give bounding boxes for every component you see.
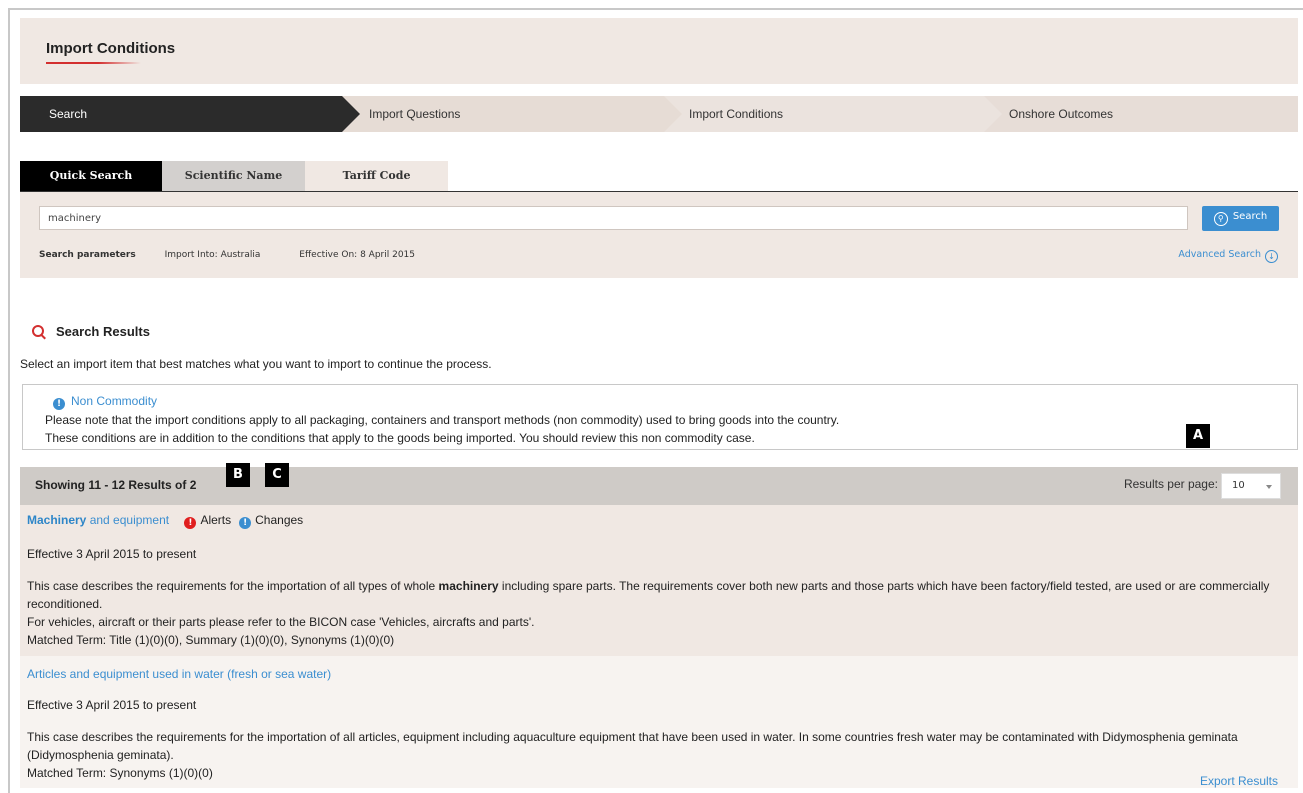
result-title-rest: and equipment	[86, 513, 170, 527]
non-commodity-note: ! Non Commodity Please note that the impo…	[22, 384, 1298, 450]
step-progress-bar: Onshore Outcomes Import Conditions Impor…	[20, 96, 1298, 132]
search-tabs: Quick Search Scientific Name Tariff Code	[20, 161, 1298, 192]
import-into: Import Into: Australia	[164, 250, 261, 260]
title-underline	[46, 62, 141, 64]
result-title-link[interactable]: Articles and equipment used in water (fr…	[27, 667, 331, 681]
changes-label[interactable]: Changes	[255, 513, 303, 527]
search-input[interactable]	[39, 206, 1188, 230]
step-onshore-outcomes[interactable]: Onshore Outcomes	[982, 96, 1298, 132]
result-item: Articles and equipment used in water (fr…	[20, 656, 1298, 788]
caret-down-icon	[1266, 485, 1272, 489]
note-title-text: Non Commodity	[71, 394, 158, 408]
result-item: Machinery and equipment ! Alerts! Changes …	[20, 505, 1298, 656]
search-button[interactable]: ⚲ Search	[1202, 206, 1279, 231]
results-instruction: Select an import item that best matches …	[20, 357, 492, 371]
step-label: Search	[49, 107, 88, 121]
desc-text: This case describes the requirements for…	[27, 579, 439, 593]
results-heading-text: Search Results	[56, 324, 150, 339]
matched-term: Matched Term: Title (1)(0)(0), Summary (…	[27, 633, 395, 647]
result-effective: Effective 3 April 2015 to present	[27, 547, 197, 561]
annotation-badge-c: C	[265, 463, 289, 487]
annotation-badge-b: B	[226, 463, 250, 487]
desc-text: This case describes the requirements for…	[27, 730, 1238, 762]
result-flags: ! Alerts! Changes	[180, 513, 303, 529]
results-count: Showing 11 - 12 Results of 2	[35, 478, 197, 492]
results-per-page-label: Results per page:	[1123, 477, 1218, 491]
advanced-search-label: Advanced Search	[1178, 249, 1261, 260]
step-import-questions[interactable]: Import Questions	[342, 96, 682, 132]
result-title-link[interactable]: Machinery and equipment	[27, 513, 169, 527]
search-parameters: Search parameters Import Into: Australia…	[39, 250, 415, 260]
params-label: Search parameters	[39, 250, 136, 260]
search-panel: ⚲ Search Search parameters Import Into: A…	[20, 192, 1298, 278]
advanced-search-link[interactable]: Advanced Search ↓	[1178, 249, 1278, 263]
effective-on: Effective On: 8 April 2015	[299, 250, 415, 260]
step-search[interactable]: Search	[20, 96, 360, 132]
note-line-2: These conditions are in addition to the …	[45, 431, 755, 445]
results-per-page-value: 10	[1232, 480, 1245, 491]
result-effective: Effective 3 April 2015 to present	[27, 698, 197, 712]
step-import-conditions[interactable]: Import Conditions	[662, 96, 1002, 132]
page-container: Import Conditions Onshore Outcomes Impor…	[20, 18, 1298, 788]
page-title: Import Conditions	[46, 40, 176, 57]
non-commodity-link[interactable]: ! Non Commodity	[53, 394, 157, 410]
info-icon: !	[53, 398, 65, 410]
note-line-1: Please note that the import conditions a…	[45, 413, 840, 427]
result-description: This case describes the requirements for…	[27, 728, 1295, 782]
magnifier-icon	[32, 325, 44, 337]
annotation-badge-a: A	[1186, 424, 1210, 448]
desc-highlight: machinery	[438, 579, 499, 593]
results-bar: Showing 11 - 12 Results of 2 Results per…	[20, 467, 1298, 505]
tab-quick-search[interactable]: Quick Search	[20, 161, 162, 191]
result-title-bold: Machinery	[27, 513, 87, 527]
alert-icon: !	[184, 517, 197, 529]
desc-line-2: For vehicles, aircraft or their parts pl…	[27, 615, 535, 629]
search-icon: ⚲	[1213, 212, 1228, 226]
export-results-link[interactable]: Export Results	[1200, 774, 1278, 788]
matched-term: Matched Term: Synonyms (1)(0)(0)	[27, 766, 213, 780]
title-panel: Import Conditions	[20, 18, 1298, 84]
arrow-down-circle-icon: ↓	[1265, 250, 1278, 263]
result-description: This case describes the requirements for…	[27, 577, 1295, 649]
changes-icon: !	[239, 517, 252, 529]
search-button-label: Search	[1232, 211, 1268, 222]
frame-top-border	[8, 8, 1303, 10]
tab-tariff-code[interactable]: Tariff Code	[305, 161, 448, 191]
alerts-label[interactable]: Alerts	[200, 513, 231, 527]
frame-left-border	[8, 8, 10, 793]
result-title: Machinery and equipment ! Alerts! Changes	[27, 513, 303, 529]
results-per-page-select[interactable]: 10	[1221, 473, 1281, 499]
tab-scientific-name[interactable]: Scientific Name	[162, 161, 305, 191]
search-results-heading: Search Results	[32, 324, 150, 339]
